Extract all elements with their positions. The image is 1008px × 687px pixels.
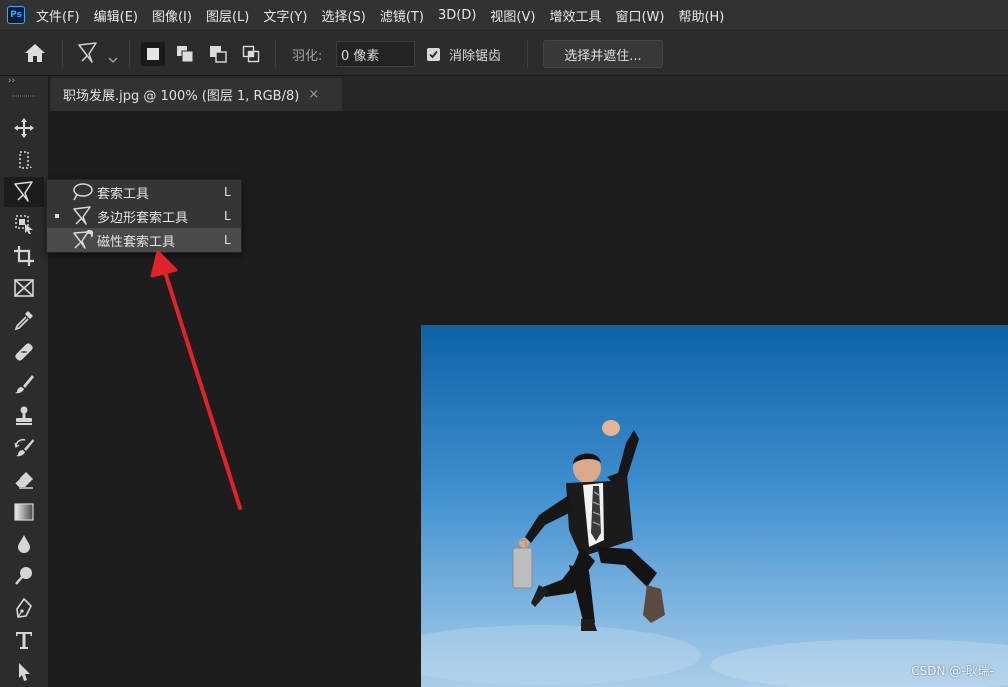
dodge-icon	[15, 567, 32, 585]
menu-bar: Ps 文件(F) 编辑(E) 图像(I) 图层(L) 文字(Y) 选择(S) 滤…	[0, 0, 1008, 30]
crop-tool[interactable]	[4, 241, 44, 271]
antialias-label: 消除锯齿	[449, 49, 502, 64]
jumping-businessman-photo	[421, 325, 1008, 687]
intersect-selection-button[interactable]	[239, 42, 263, 66]
crop-icon	[14, 246, 34, 266]
polygonal-lasso-tool-shortcut: L	[224, 209, 231, 223]
history-brush-tool[interactable]	[4, 433, 44, 463]
stamp-icon	[16, 406, 32, 425]
lasso-tool-shortcut: L	[224, 185, 231, 199]
polygonal-lasso-tool-item[interactable]: 多边形套索工具 L	[47, 204, 241, 228]
photoshop-logo[interactable]: Ps	[7, 6, 25, 24]
gradient-tool[interactable]	[4, 497, 44, 527]
menu-plugins[interactable]: 增效工具	[549, 6, 601, 25]
frame-tool[interactable]	[4, 273, 44, 303]
document-tab[interactable]: 职场发展.jpg @ 100% (图层 1, RGB/8) ×	[51, 78, 342, 111]
gradient-icon	[14, 503, 34, 521]
type-icon	[16, 632, 32, 649]
document-tabs: 职场发展.jpg @ 100% (图层 1, RGB/8) ×	[49, 76, 1008, 111]
watermark: CSDN @-耿瑞-	[911, 664, 994, 678]
marquee-tool[interactable]	[4, 145, 44, 175]
move-icon	[14, 118, 34, 138]
menu-view[interactable]: 视图(V)	[490, 6, 535, 25]
feather-input[interactable]	[336, 41, 415, 67]
menu-filter[interactable]: 滤镜(T)	[380, 6, 424, 25]
healing-icon	[15, 343, 33, 361]
menu-layer[interactable]: 图层(L)	[206, 6, 249, 25]
checkmark-icon	[429, 50, 438, 59]
options-divider	[62, 40, 63, 68]
healing-brush-tool[interactable]	[4, 337, 44, 367]
magnetic-lasso-tool-label: 磁性套索工具	[97, 235, 176, 250]
magnetic-lasso-tool-shortcut: L	[224, 233, 231, 247]
polygonal-lasso-tool-label: 多边形套索工具	[97, 211, 189, 226]
menu-file[interactable]: 文件(F)	[36, 6, 80, 25]
eyedropper-icon	[14, 311, 33, 331]
object-select-tool[interactable]	[4, 209, 44, 239]
polygonal-lasso-icon	[14, 181, 33, 202]
options-divider	[275, 40, 276, 68]
object-select-icon	[15, 215, 33, 234]
new-selection-button[interactable]	[141, 42, 165, 66]
selected-bullet	[55, 214, 59, 218]
lasso-icon	[71, 182, 93, 206]
options-bar: 羽化: 消除锯齿 选择并遮住...	[0, 30, 1008, 76]
path-select-icon	[19, 663, 30, 681]
blur-tool[interactable]	[4, 529, 44, 559]
lasso-tool-label: 套索工具	[97, 187, 150, 202]
menu-select[interactable]: 选择(S)	[321, 6, 365, 25]
chevron-down-icon[interactable]	[108, 49, 118, 68]
menu-type[interactable]: 文字(Y)	[263, 6, 307, 25]
polygonal-lasso-icon	[71, 206, 93, 230]
frame-icon	[14, 279, 34, 297]
move-tool[interactable]	[4, 113, 44, 143]
options-divider	[129, 40, 130, 68]
eyedropper-tool[interactable]	[4, 305, 44, 335]
menu-image[interactable]: 图像(I)	[152, 6, 192, 25]
feather-label: 羽化:	[292, 49, 323, 64]
document-image[interactable]	[421, 325, 1008, 687]
tool-preset-polygonal-lasso-icon[interactable]	[76, 41, 100, 69]
lasso-tool-flyout: 套索工具 L 多边形套索工具 L 磁性套索工具 L	[46, 179, 242, 253]
tools-panel: ››	[0, 76, 49, 687]
lasso-tool-item[interactable]: 套索工具 L	[47, 180, 241, 204]
eraser-icon	[14, 472, 33, 489]
dodge-tool[interactable]	[4, 561, 44, 591]
menu-help[interactable]: 帮助(H)	[678, 6, 724, 25]
document-tab-title[interactable]: 职场发展.jpg @ 100% (图层 1, RGB/8)	[63, 85, 299, 104]
path-selection-tool[interactable]	[4, 657, 44, 687]
eraser-tool[interactable]	[4, 465, 44, 495]
add-to-selection-button[interactable]	[173, 42, 197, 66]
close-icon[interactable]: ×	[308, 87, 319, 102]
panel-grip-icon[interactable]	[4, 94, 44, 98]
brush-tool[interactable]	[4, 369, 44, 399]
clone-stamp-tool[interactable]	[4, 401, 44, 431]
magnetic-lasso-tool-item[interactable]: 磁性套索工具 L	[47, 228, 241, 252]
menu-3d[interactable]: 3D(D)	[438, 8, 476, 23]
antialias-checkbox[interactable]	[427, 48, 440, 61]
menu-edit[interactable]: 编辑(E)	[94, 6, 138, 25]
brush-icon	[15, 375, 34, 394]
home-icon[interactable]	[24, 43, 46, 67]
history-brush-icon	[14, 438, 34, 457]
collapse-panel-icon[interactable]: ››	[8, 76, 15, 86]
menu-window[interactable]: 窗口(W)	[615, 6, 664, 25]
magnetic-lasso-icon	[71, 229, 94, 254]
pen-icon	[16, 598, 32, 618]
pen-tool[interactable]	[4, 593, 44, 623]
lasso-tool[interactable]	[4, 177, 44, 207]
blur-icon	[18, 535, 30, 553]
select-and-mask-button[interactable]: 选择并遮住...	[543, 40, 663, 68]
marquee-icon	[19, 151, 32, 169]
subtract-from-selection-button[interactable]	[206, 42, 230, 66]
type-tool[interactable]	[4, 625, 44, 655]
options-divider	[527, 40, 528, 68]
